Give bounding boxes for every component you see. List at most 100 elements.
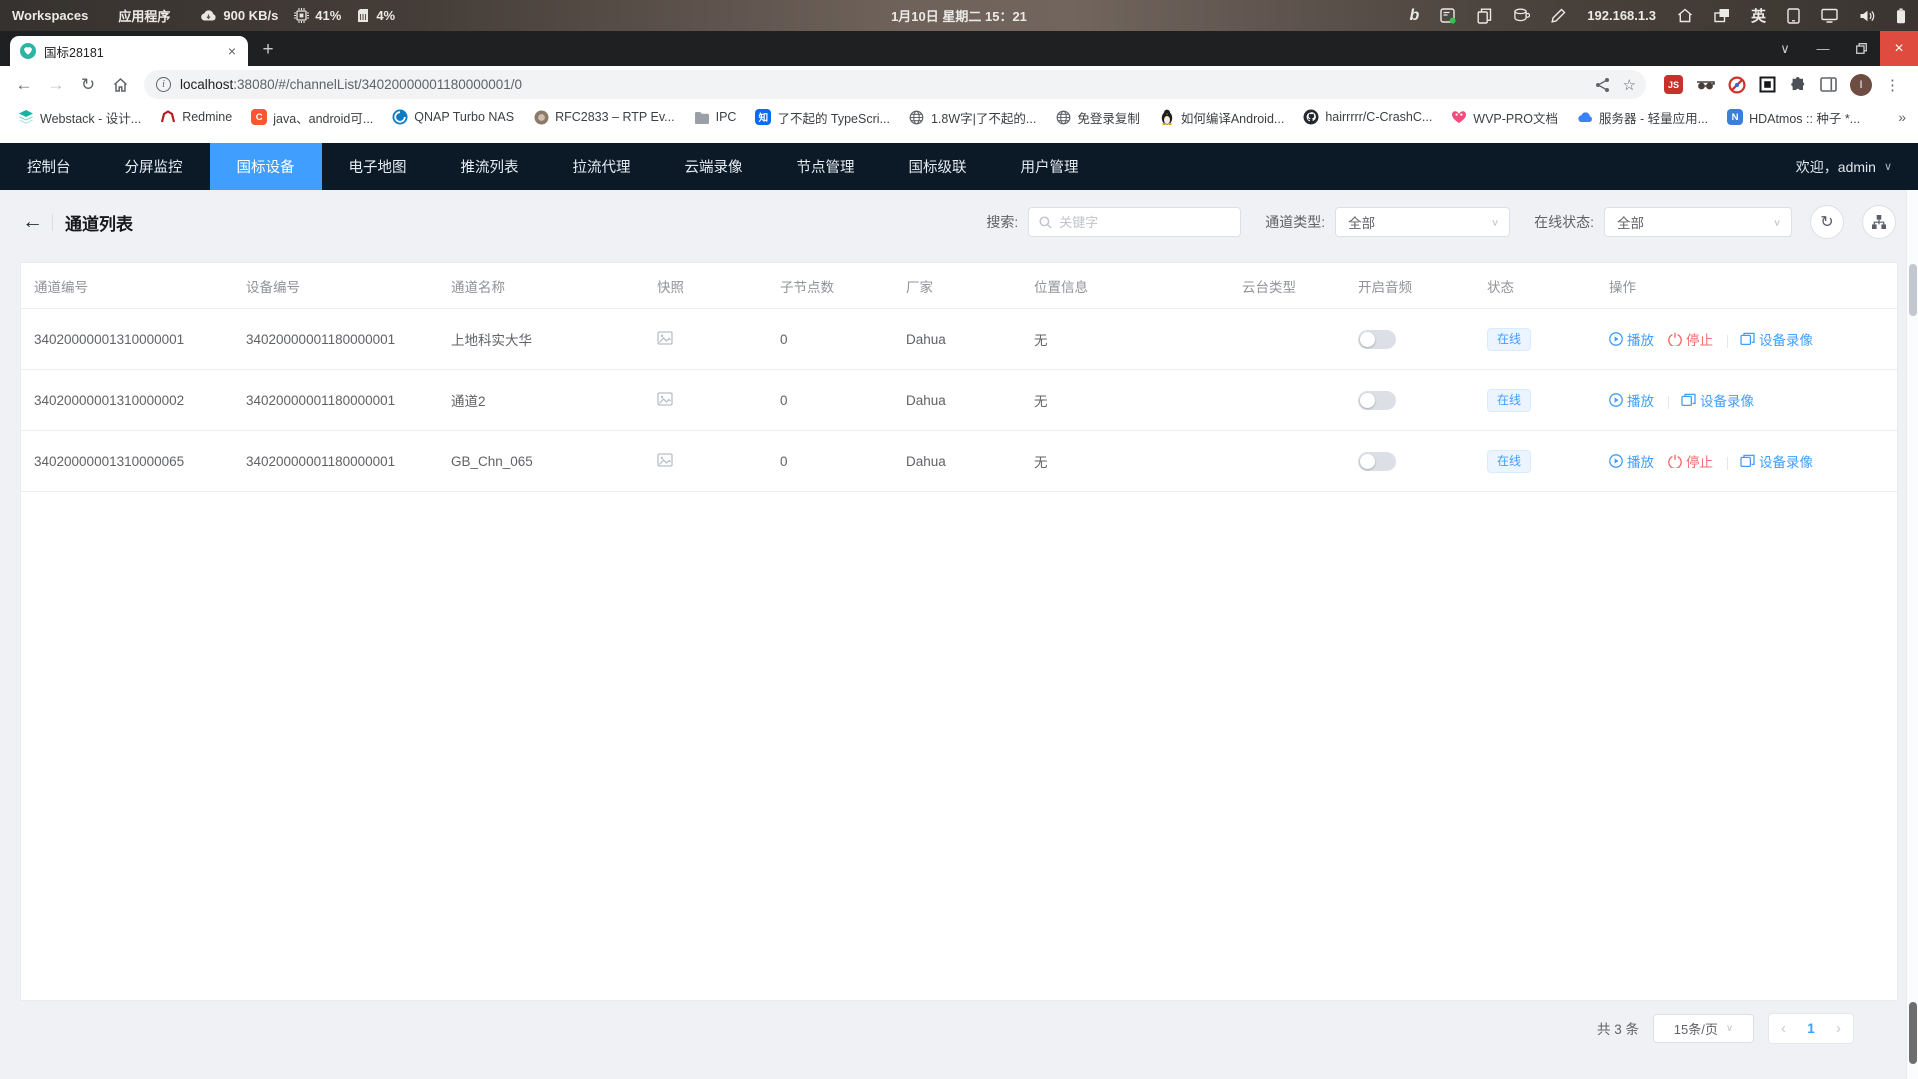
new-tab-button[interactable]: +: [254, 36, 282, 64]
side-panel-icon[interactable]: [1820, 77, 1837, 92]
bookmark-item[interactable]: 1.8W字|了不起的...: [903, 106, 1042, 129]
site-info-icon[interactable]: i: [156, 77, 171, 92]
nav-tab-节点管理[interactable]: 节点管理: [770, 143, 882, 190]
window-close-button[interactable]: ×: [1880, 31, 1918, 66]
home-icon[interactable]: [1677, 8, 1693, 23]
tree-view-button[interactable]: [1862, 205, 1896, 239]
bing-icon[interactable]: b: [1410, 8, 1420, 24]
copy-icon[interactable]: [1477, 8, 1492, 24]
window-restore-button[interactable]: [1842, 31, 1880, 66]
user-menu[interactable]: 欢迎，admin ∨: [1796, 143, 1918, 190]
coffee-icon[interactable]: [1513, 8, 1530, 23]
audio-toggle[interactable]: [1358, 330, 1396, 349]
scrollbar-thumb[interactable]: [1909, 1002, 1917, 1064]
snapshot-thumbnail[interactable]: [657, 331, 673, 345]
screenshot-app-icon[interactable]: [1440, 8, 1456, 24]
js-extension-icon[interactable]: JS: [1664, 75, 1683, 94]
location-cell: 无: [1021, 451, 1229, 471]
address-bar[interactable]: i localhost:38080/#/channelList/34020000…: [144, 70, 1646, 99]
refresh-button[interactable]: ↻: [1810, 205, 1844, 239]
workspaces-button[interactable]: Workspaces: [12, 8, 88, 23]
windows-icon[interactable]: [1714, 8, 1730, 23]
profile-avatar[interactable]: I: [1850, 74, 1872, 96]
bookmarks-overflow-icon[interactable]: »: [1898, 109, 1906, 125]
forward-icon[interactable]: →: [42, 71, 70, 99]
nav-tab-国标级联[interactable]: 国标级联: [882, 143, 994, 190]
bookmark-item[interactable]: Redmine: [154, 107, 238, 127]
audio-toggle[interactable]: [1358, 391, 1396, 410]
bookmark-item[interactable]: Webstack - 设计...: [12, 106, 147, 129]
search-input[interactable]: [1028, 207, 1241, 237]
channel-type-select[interactable]: 全部∨: [1335, 207, 1510, 237]
record-action[interactable]: 设备录像: [1740, 451, 1813, 471]
nav-tab-分屏监控[interactable]: 分屏监控: [98, 143, 210, 190]
nav-tab-国标设备[interactable]: 国标设备: [210, 143, 322, 190]
nav-tab-控制台[interactable]: 控制台: [0, 143, 98, 190]
bookmark-item[interactable]: hairrrrr/C-CrashC...: [1297, 107, 1438, 127]
bookmark-label: java、android可...: [273, 108, 373, 127]
tab-search-chevron-icon[interactable]: ∨: [1766, 31, 1804, 66]
page-size-select[interactable]: 15条/页∨: [1653, 1014, 1754, 1043]
tab-close-icon[interactable]: ×: [224, 43, 240, 59]
pen-icon[interactable]: [1551, 8, 1566, 23]
tablet-icon[interactable]: [1787, 8, 1800, 24]
record-action[interactable]: 设备录像: [1681, 390, 1754, 410]
pager-box: ‹ 1 ›: [1768, 1013, 1854, 1044]
current-page[interactable]: 1: [1807, 1021, 1815, 1036]
search-keyword-field[interactable]: [1059, 215, 1235, 230]
record-action[interactable]: 设备录像: [1740, 329, 1813, 349]
stop-action[interactable]: 停止: [1668, 329, 1713, 349]
play-action[interactable]: 播放: [1609, 451, 1654, 471]
bookmark-label: Webstack - 设计...: [40, 108, 141, 127]
home-icon[interactable]: [106, 71, 134, 99]
play-action[interactable]: 播放: [1609, 329, 1654, 349]
bookmark-item[interactable]: 免登录复制: [1049, 106, 1146, 129]
bookmark-item[interactable]: 知了不起的 TypeScri...: [749, 106, 896, 129]
back-button[interactable]: ←: [22, 210, 50, 234]
bookmark-item[interactable]: QNAP Turbo NAS: [386, 107, 520, 127]
nav-tab-拉流代理[interactable]: 拉流代理: [546, 143, 658, 190]
audio-toggle[interactable]: [1358, 452, 1396, 471]
nav-tab-电子地图[interactable]: 电子地图: [322, 143, 434, 190]
snapshot-thumbnail[interactable]: [657, 453, 673, 467]
nav-tab-推流列表[interactable]: 推流列表: [434, 143, 546, 190]
next-page-icon[interactable]: ›: [1836, 1020, 1841, 1037]
bookmark-item[interactable]: RFC2833 – RTP Ev...: [527, 107, 681, 127]
bookmark-star-icon[interactable]: ☆: [1623, 76, 1636, 94]
nav-tab-云端录像[interactable]: 云端录像: [658, 143, 770, 190]
online-status-select[interactable]: 全部∨: [1604, 207, 1792, 237]
bookmark-item[interactable]: 服务器 - 轻量应用...: [1571, 106, 1714, 129]
reload-icon[interactable]: ↻: [74, 71, 102, 99]
bookmark-item[interactable]: NHDAtmos :: 种子 *...: [1721, 106, 1866, 129]
snapshot-thumbnail[interactable]: [657, 392, 673, 406]
bookmark-item[interactable]: IPC: [688, 107, 743, 127]
scrollbar-thumb[interactable]: [1909, 264, 1917, 316]
url-text[interactable]: localhost:38080/#/channelList/3402000000…: [180, 77, 1583, 92]
screenshot-extension-icon[interactable]: [1759, 76, 1776, 93]
goggles-extension-icon[interactable]: [1696, 78, 1715, 91]
volume-icon[interactable]: [1859, 9, 1875, 23]
browser-tab[interactable]: 国标28181 ×: [10, 36, 248, 66]
layers-icon: [18, 109, 34, 125]
scrollbar-track[interactable]: [1906, 190, 1918, 1079]
applications-menu[interactable]: 应用程序: [118, 6, 170, 25]
display-icon[interactable]: [1821, 8, 1838, 23]
nav-tab-用户管理[interactable]: 用户管理: [994, 143, 1106, 190]
input-language-indicator[interactable]: 英: [1751, 5, 1766, 26]
blocker-extension-icon[interactable]: [1728, 76, 1746, 94]
action-divider: [1727, 457, 1728, 470]
back-icon[interactable]: ←: [10, 71, 38, 99]
stop-action[interactable]: 停止: [1668, 451, 1713, 471]
share-icon[interactable]: [1595, 77, 1611, 93]
bookmark-item[interactable]: Cjava、android可...: [245, 106, 379, 129]
play-action[interactable]: 播放: [1609, 390, 1654, 410]
bookmark-item[interactable]: WVP-PRO文档: [1445, 106, 1564, 129]
action-divider: [1668, 396, 1669, 409]
cloud-download-icon: [200, 9, 217, 22]
prev-page-icon[interactable]: ‹: [1781, 1020, 1786, 1037]
window-minimize-button[interactable]: —: [1804, 31, 1842, 66]
bookmark-item[interactable]: 如何编译Android...: [1153, 106, 1291, 129]
battery-icon[interactable]: [1896, 8, 1906, 24]
extensions-puzzle-icon[interactable]: [1789, 76, 1807, 94]
browser-menu-kebab-icon[interactable]: ⋮: [1885, 76, 1900, 94]
